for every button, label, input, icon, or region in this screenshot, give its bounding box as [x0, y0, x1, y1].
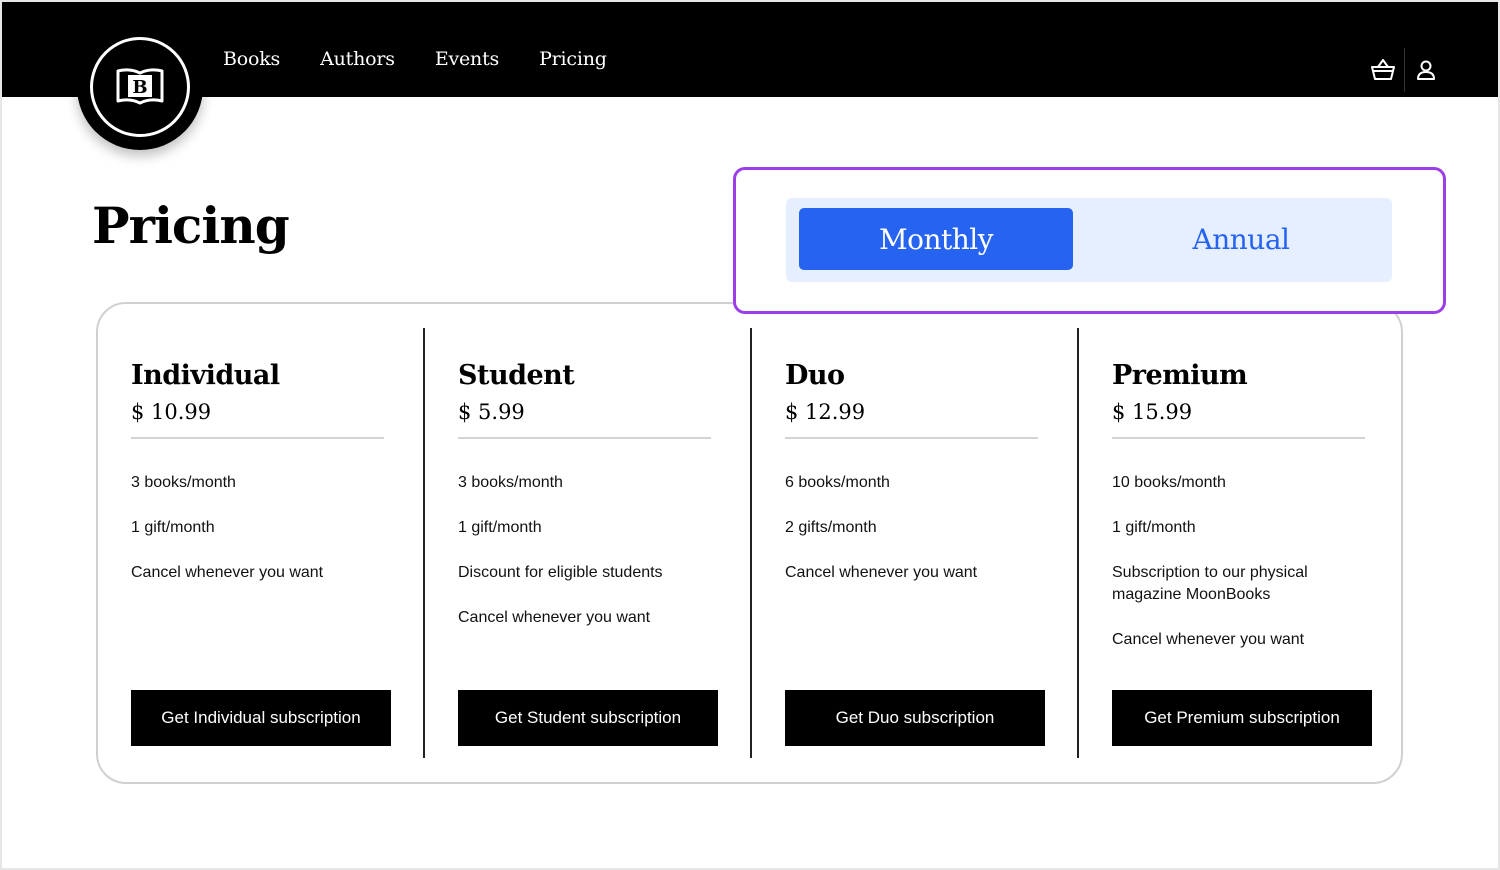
plan-divider — [1112, 437, 1365, 439]
plan-price: $ 10.99 — [131, 400, 212, 424]
feature-list: 3 books/month 1 gift/month Discount for … — [458, 472, 708, 652]
feature-item: Cancel whenever you want — [131, 564, 324, 581]
feature-item: 10 books/month — [1112, 474, 1226, 491]
plan-divider — [785, 437, 1038, 439]
feature-item: 3 books/month — [131, 474, 236, 491]
billing-toggle: Monthly Annual — [786, 198, 1392, 282]
feature-list: 6 books/month 2 gifts/month Cancel whene… — [785, 472, 1035, 607]
feature-item: 2 gifts/month — [785, 519, 877, 536]
nav-divider — [1404, 48, 1405, 92]
toggle-monthly[interactable]: Monthly — [799, 208, 1073, 270]
plan-name: Duo — [785, 360, 845, 391]
plan-price: $ 15.99 — [1112, 400, 1193, 424]
basket-icon[interactable] — [1366, 53, 1400, 87]
billing-toggle-highlight: Monthly Annual — [733, 167, 1446, 314]
nav-link-events[interactable]: Events — [435, 48, 499, 70]
plan-divider — [131, 437, 384, 439]
nav-link-books[interactable]: Books — [223, 48, 280, 70]
feature-item: 1 gift/month — [131, 519, 215, 536]
feature-item: Cancel whenever you want — [1112, 631, 1305, 648]
feature-list: 10 books/month 1 gift/month Subscription… — [1112, 472, 1362, 674]
feature-list: 3 books/month 1 gift/month Cancel whenev… — [131, 472, 381, 607]
get-premium-subscription-button[interactable]: Get Premium subscription — [1112, 690, 1372, 746]
toggle-annual[interactable]: Annual — [1104, 208, 1378, 270]
nav-actions — [1366, 48, 1443, 92]
feature-item: Discount for eligible students — [458, 564, 663, 581]
logo-letter: B — [132, 77, 147, 98]
feature-item: 1 gift/month — [458, 519, 542, 536]
pricing-panel: Individual $ 10.99 3 books/month 1 gift/… — [96, 302, 1403, 784]
book-logo-icon: B — [116, 68, 164, 105]
page-title: Pricing — [92, 196, 290, 255]
nav-link-pricing[interactable]: Pricing — [539, 48, 607, 70]
get-student-subscription-button[interactable]: Get Student subscription — [458, 690, 718, 746]
feature-item: 3 books/month — [458, 474, 563, 491]
plan-name: Student — [458, 360, 575, 391]
plan-name: Individual — [131, 360, 280, 391]
feature-item: Subscription to our physical magazine Mo… — [1112, 564, 1308, 603]
plan-card-premium: Premium $ 15.99 10 books/month 1 gift/mo… — [1077, 328, 1404, 758]
get-individual-subscription-button[interactable]: Get Individual subscription — [131, 690, 391, 746]
get-duo-subscription-button[interactable]: Get Duo subscription — [785, 690, 1045, 746]
site-logo[interactable]: B — [77, 24, 203, 150]
plan-price: $ 12.99 — [785, 400, 866, 424]
top-navigation-bar: Books Authors Events Pricing — [0, 0, 1500, 97]
plan-price: $ 5.99 — [458, 400, 525, 424]
plan-card-individual: Individual $ 10.99 3 books/month 1 gift/… — [98, 328, 425, 758]
feature-item: Cancel whenever you want — [458, 609, 651, 626]
feature-item: 1 gift/month — [1112, 519, 1196, 536]
plan-divider — [458, 437, 711, 439]
plan-card-duo: Duo $ 12.99 6 books/month 2 gifts/month … — [750, 328, 1077, 758]
logo-ring: B — [90, 37, 190, 137]
main-nav: Books Authors Events Pricing — [223, 48, 647, 70]
feature-item: Cancel whenever you want — [785, 564, 978, 581]
plan-card-student: Student $ 5.99 3 books/month 1 gift/mont… — [423, 328, 750, 758]
feature-item: 6 books/month — [785, 474, 890, 491]
plan-name: Premium — [1112, 360, 1248, 391]
nav-link-authors[interactable]: Authors — [320, 48, 395, 70]
user-icon[interactable] — [1409, 53, 1443, 87]
